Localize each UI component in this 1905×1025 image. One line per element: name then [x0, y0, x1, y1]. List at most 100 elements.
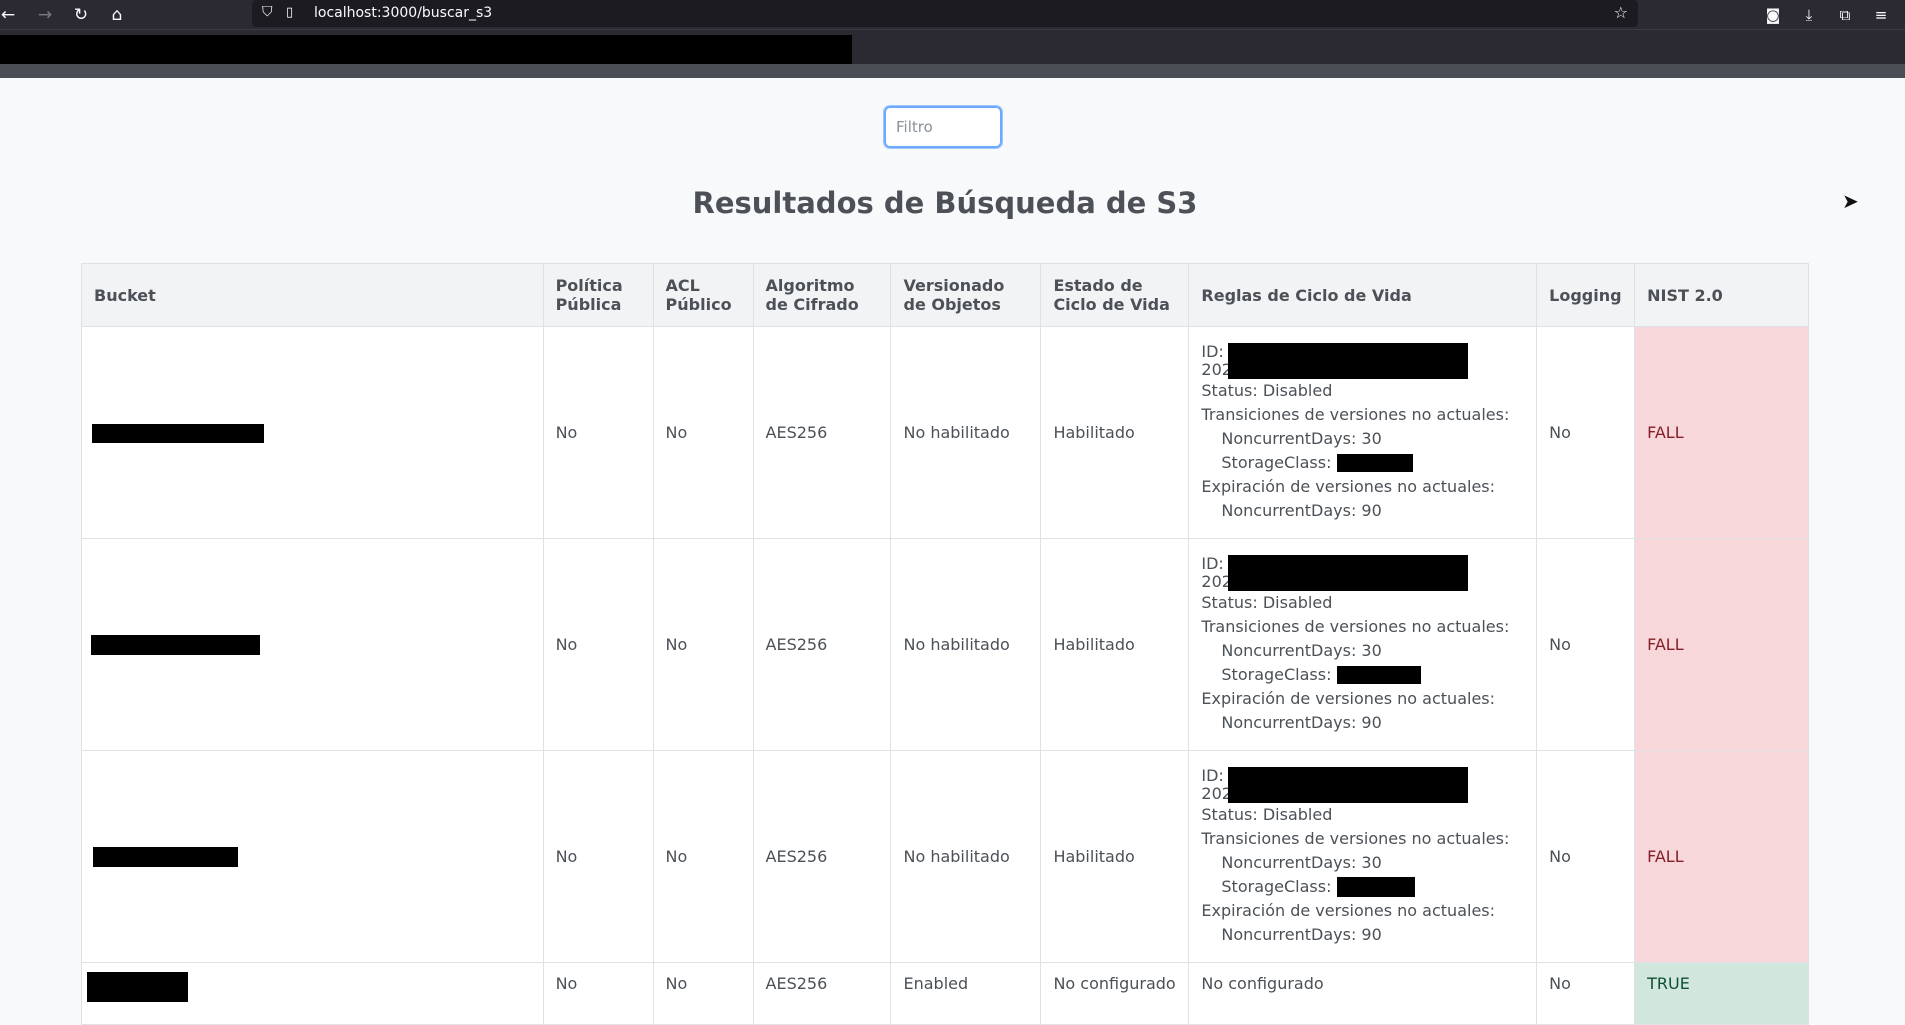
- politica-cell: No: [542, 962, 654, 1025]
- redacted-bucket-name: [87, 972, 188, 1002]
- redacted-bucket-name: [93, 846, 238, 867]
- nist-status-cell: FALL: [1634, 538, 1809, 751]
- table-row: No No AES256 Enabled No configurado No c…: [81, 962, 1809, 1025]
- rule-storage-class: StorageClass:: [1201, 451, 1524, 475]
- home-icon[interactable]: ⌂: [103, 0, 131, 29]
- header-bucket[interactable]: Bucket: [81, 263, 544, 327]
- politica-cell: No: [542, 538, 654, 751]
- pocket-icon[interactable]: ◙: [1758, 0, 1788, 29]
- download-icon[interactable]: ⤓: [1794, 0, 1824, 29]
- header-algoritmo[interactable]: Algoritmo de Cifrado: [752, 263, 892, 327]
- bookmark-star-icon[interactable]: ☆: [1614, 3, 1628, 22]
- redacted-storage-class: [1336, 454, 1413, 472]
- bucket-cell: [81, 750, 544, 963]
- rule-transitions: Transiciones de versiones no actuales:: [1201, 828, 1510, 848]
- header-acl[interactable]: ACL Público: [652, 263, 754, 327]
- nist-status-cell: FALL: [1634, 326, 1809, 539]
- estado-cell: Habilitado: [1040, 326, 1190, 539]
- rule-transitions: Transiciones de versiones no actuales:: [1201, 616, 1510, 636]
- rule-noncurrent-days: NoncurrentDays: 30: [1221, 640, 1382, 660]
- rule-noncurrent-days: NoncurrentDays: 90: [1221, 500, 1382, 520]
- redacted-storage-class: [1336, 666, 1421, 684]
- table-row: No No AES256 No habilitado Habilitado ID…: [81, 326, 1809, 539]
- back-icon[interactable]: ←: [0, 0, 22, 29]
- algoritmo-cell: AES256: [752, 326, 892, 539]
- rule-noncurrent-days: NoncurrentDays: 30: [1221, 428, 1382, 448]
- estado-cell: Habilitado: [1040, 750, 1190, 963]
- acl-cell: No: [652, 538, 754, 751]
- nist-status-cell: FALL: [1634, 750, 1809, 963]
- page-info-icon[interactable]: ▯: [286, 5, 293, 20]
- rule-noncurrent-days: NoncurrentDays: 90: [1221, 712, 1382, 732]
- shield-icon[interactable]: ⛉: [262, 4, 273, 20]
- logging-cell: No: [1536, 326, 1636, 539]
- redacted-storage-class: [1336, 877, 1415, 897]
- page-content: Resultados de Búsqueda de S3 ➤ Bucket Po…: [0, 78, 1905, 1025]
- algoritmo-cell: AES256: [752, 750, 892, 963]
- page-title: Resultados de Búsqueda de S3: [692, 186, 1198, 220]
- rule-storage-class: StorageClass:: [1201, 663, 1524, 687]
- logging-cell: No: [1536, 750, 1636, 963]
- reglas-cell: No configurado: [1188, 962, 1538, 1025]
- acl-cell: No: [652, 962, 754, 1025]
- mouse-cursor-icon: ➤: [1842, 189, 1859, 213]
- rule-expiration: Expiración de versiones no actuales:: [1201, 476, 1496, 496]
- page-header-strip: [0, 64, 1905, 78]
- header-logging[interactable]: Logging: [1536, 263, 1636, 327]
- forward-icon[interactable]: →: [31, 0, 59, 29]
- header-versionado[interactable]: Versionado de Objetos: [890, 263, 1042, 327]
- logging-cell: No: [1536, 962, 1636, 1025]
- filter-input[interactable]: [883, 105, 1003, 149]
- rule-id: ID: 202: [1201, 766, 1524, 803]
- rule-noncurrent-days: NoncurrentDays: 90: [1221, 924, 1382, 944]
- redacted-rule-id: [1228, 554, 1469, 591]
- politica-cell: No: [542, 750, 654, 963]
- rule-status: Status: Disabled: [1201, 592, 1333, 612]
- rule-storage-class: StorageClass:: [1201, 875, 1524, 899]
- menu-icon[interactable]: ≡: [1866, 0, 1896, 29]
- acl-cell: No: [652, 326, 754, 539]
- rule-id: ID: 202: [1201, 342, 1524, 379]
- versionado-cell: Enabled: [890, 962, 1042, 1025]
- table-row: No No AES256 No habilitado Habilitado ID…: [81, 538, 1809, 751]
- politica-cell: No: [542, 326, 654, 539]
- algoritmo-cell: AES256: [752, 962, 892, 1025]
- url-text[interactable]: localhost:3000/buscar_s3: [314, 5, 492, 21]
- extensions-icon[interactable]: ⧉: [1830, 0, 1860, 29]
- rule-expiration: Expiración de versiones no actuales:: [1201, 900, 1496, 920]
- bucket-cell: [81, 962, 544, 1025]
- nist-status-cell: TRUE: [1634, 962, 1809, 1025]
- bucket-cell: [81, 538, 544, 751]
- versionado-cell: No habilitado: [890, 750, 1042, 963]
- estado-cell: Habilitado: [1040, 538, 1190, 751]
- logging-cell: No: [1536, 538, 1636, 751]
- rule-status: Status: Disabled: [1201, 804, 1333, 824]
- table-row: No No AES256 No habilitado Habilitado ID…: [81, 750, 1809, 963]
- reglas-cell: ID: 202 Status: Disabled Transiciones de …: [1188, 326, 1538, 539]
- redacted-bucket-name: [91, 634, 260, 655]
- redacted-rule-id: [1228, 766, 1469, 803]
- rule-transitions: Transiciones de versiones no actuales:: [1201, 404, 1510, 424]
- bucket-cell: [81, 326, 544, 539]
- rule-noncurrent-days: NoncurrentDays: 30: [1221, 852, 1382, 872]
- reglas-cell: ID: 202 Status: Disabled Transiciones de …: [1188, 750, 1538, 963]
- rule-id: ID: 202: [1201, 554, 1524, 591]
- header-nist[interactable]: NIST 2.0: [1634, 263, 1809, 327]
- rule-expiration: Expiración de versiones no actuales:: [1201, 688, 1496, 708]
- url-bar[interactable]: ⛉ ▯ localhost:3000/buscar_s3 ☆: [252, 0, 1638, 27]
- reglas-cell: ID: 202 Status: Disabled Transiciones de …: [1188, 538, 1538, 751]
- results-table: Bucket Política Pública ACL Público Algori…: [81, 263, 1809, 1025]
- acl-cell: No: [652, 750, 754, 963]
- header-reglas[interactable]: Reglas de Ciclo de Vida: [1188, 263, 1538, 327]
- versionado-cell: No habilitado: [890, 538, 1042, 751]
- versionado-cell: No habilitado: [890, 326, 1042, 539]
- rule-status: Status: Disabled: [1201, 380, 1333, 400]
- algoritmo-cell: AES256: [752, 538, 892, 751]
- estado-cell: No configurado: [1040, 962, 1190, 1025]
- redacted-bucket-name: [92, 423, 264, 443]
- table-header-row: Bucket Política Pública ACL Público Algori…: [81, 263, 1809, 327]
- redacted-region: [0, 35, 852, 64]
- reload-icon[interactable]: ↻: [67, 0, 95, 29]
- header-politica[interactable]: Política Pública: [542, 263, 654, 327]
- header-estado[interactable]: Estado de Ciclo de Vida: [1040, 263, 1190, 327]
